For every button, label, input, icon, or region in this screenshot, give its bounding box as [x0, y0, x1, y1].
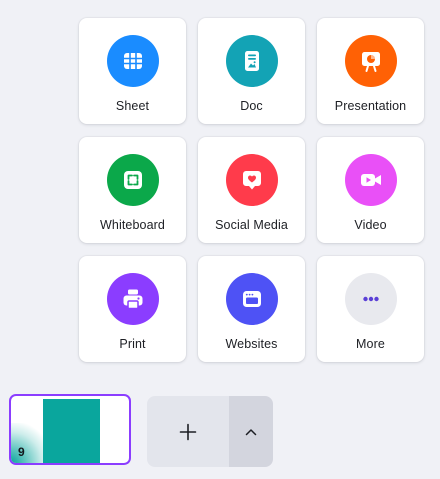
- create-print-button[interactable]: Print: [79, 256, 186, 362]
- more-icon-circle: [344, 273, 397, 325]
- create-social-media-button[interactable]: Social Media: [198, 137, 305, 243]
- create-more-button[interactable]: More: [317, 256, 424, 362]
- page-thumbnail[interactable]: 9: [9, 394, 131, 465]
- print-label: Print: [119, 337, 146, 351]
- print-icon: [123, 289, 142, 310]
- doc-label: Doc: [240, 99, 263, 113]
- thumbnail-teal-block: [43, 399, 100, 463]
- sheet-icon-circle: [106, 35, 159, 87]
- create-doc-button[interactable]: Doc: [198, 18, 305, 124]
- print-icon-circle: [106, 273, 159, 325]
- websites-label: Websites: [225, 337, 278, 351]
- doc-icon-circle: [225, 35, 278, 87]
- chevron-up-icon: [245, 428, 257, 435]
- expand-pages-button[interactable]: [229, 396, 273, 467]
- social-media-icon: [242, 171, 261, 190]
- doc-icon: [244, 51, 259, 71]
- presentation-icon: [361, 52, 380, 72]
- whiteboard-icon: [123, 171, 142, 189]
- create-whiteboard-button[interactable]: Whiteboard: [79, 137, 186, 243]
- create-websites-button[interactable]: Websites: [198, 256, 305, 362]
- whiteboard-icon-circle: [106, 154, 159, 206]
- create-video-button[interactable]: Video: [317, 137, 424, 243]
- more-dots-icon: [362, 296, 379, 302]
- create-design-menu: Sheet Doc Presentation Whiteboard Social…: [79, 18, 424, 362]
- add-page-group: [147, 396, 273, 467]
- video-label: Video: [354, 218, 387, 232]
- presentation-label: Presentation: [334, 99, 407, 113]
- thumbnail-corner-gradient: [11, 423, 51, 463]
- websites-icon: [242, 291, 261, 307]
- social-media-icon-circle: [225, 154, 278, 206]
- plus-icon: [179, 423, 197, 440]
- more-label: More: [356, 337, 385, 351]
- sheet-icon: [123, 53, 142, 69]
- social-media-label: Social Media: [215, 218, 288, 232]
- video-icon: [360, 174, 381, 186]
- whiteboard-label: Whiteboard: [100, 218, 165, 232]
- presentation-icon-circle: [344, 35, 397, 87]
- create-presentation-button[interactable]: Presentation: [317, 18, 424, 124]
- page-number: 9: [18, 445, 25, 459]
- create-sheet-button[interactable]: Sheet: [79, 18, 186, 124]
- video-icon-circle: [344, 154, 397, 206]
- sheet-label: Sheet: [115, 99, 150, 113]
- websites-icon-circle: [225, 273, 278, 325]
- add-page-button[interactable]: [147, 396, 229, 467]
